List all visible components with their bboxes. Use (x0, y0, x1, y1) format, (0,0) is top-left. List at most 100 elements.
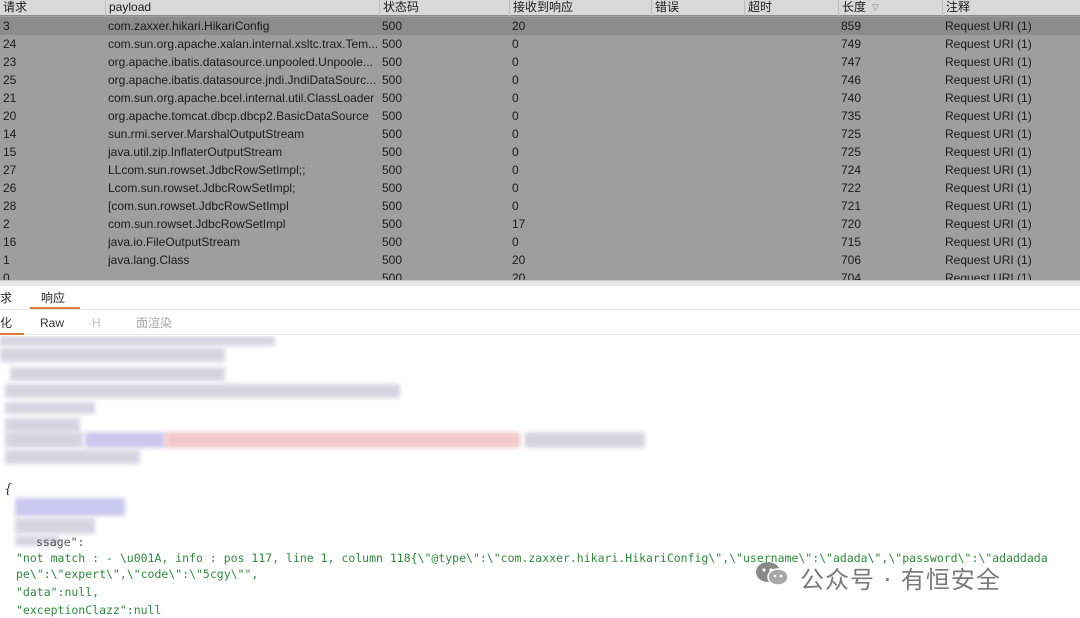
json-open-brace: { (4, 482, 13, 497)
subtab-headers[interactable]: ·H (88, 315, 118, 335)
cell-payload: org.apache.tomcat.dbcp.dbcp2.BasicDataSo… (108, 109, 369, 123)
cell-request: 26 (3, 181, 17, 195)
cell-length: 859 (841, 19, 862, 33)
cell-payload: com.sun.org.apache.bcel.internal.util.Cl… (108, 91, 375, 105)
cell-request: 14 (3, 127, 17, 141)
cell-comment: Request URI (1) (945, 253, 1032, 267)
table-row[interactable]: 23 org.apache.ibatis.datasource.unpooled.… (0, 53, 1080, 71)
cell-received: 0 (512, 109, 519, 123)
cell-comment: Request URI (1) (945, 109, 1032, 123)
cell-payload: LLcom.sun.rowset.JdbcRowSetImpl;; (108, 163, 306, 177)
cell-request: 0 (3, 271, 10, 280)
sort-descending-icon: ▽ (872, 2, 879, 12)
cell-received: 0 (512, 55, 519, 69)
column-header-comment[interactable]: 注释 (942, 0, 1080, 16)
cell-length: 746 (841, 73, 862, 87)
redacted-block (5, 384, 400, 398)
table-row[interactable]: 28 [com.sun.rowset.JdbcRowSetImpl 500 0 721 R… (0, 197, 1080, 215)
cell-payload: org.apache.ibatis.datasource.unpooled.Un… (108, 55, 373, 69)
cell-request: 1 (3, 253, 10, 267)
table-row[interactable]: 20 org.apache.tomcat.dbcp.dbcp2.BasicData… (0, 107, 1080, 125)
column-header-request[interactable]: 请求 (0, 0, 105, 16)
cell-payload: sun.rmi.server.MarshalOutputStream (108, 127, 305, 141)
subtab-render[interactable]: 面渲染 (136, 315, 196, 335)
column-header-received[interactable]: 接收到响应 (509, 0, 651, 16)
cell-payload: Lcom.sun.rowset.JdbcRowSetImpl; (108, 181, 296, 195)
cell-received: 0 (512, 235, 519, 249)
cell-length: 740 (841, 91, 862, 105)
tab-response[interactable]: 响应 (30, 289, 80, 309)
table-row[interactable]: 27 LLcom.sun.rowset.JdbcRowSetImpl;; 500 0 7… (0, 161, 1080, 179)
table-row[interactable]: 26 Lcom.sun.rowset.JdbcRowSetImpl; 500 0 722… (0, 179, 1080, 197)
table-row[interactable]: 24 com.sun.org.apache.xalan.internal.xslt… (0, 35, 1080, 53)
table-row[interactable]: 3 com.zaxxer.hikari.HikariConfig 500 20 859 R… (0, 17, 1080, 35)
cell-request: 21 (3, 91, 17, 105)
cell-timeout (747, 125, 837, 143)
cell-timeout (747, 143, 837, 161)
table-row[interactable]: 2 com.sun.rowset.JdbcRowSetImpl 500 17 720 Re… (0, 215, 1080, 233)
cell-comment: Request URI (1) (945, 91, 1032, 105)
cell-comment: Request URI (1) (945, 73, 1032, 87)
cell-length: 720 (841, 217, 862, 231)
cell-error (654, 197, 744, 215)
cell-length: 715 (841, 235, 862, 249)
cell-length: 735 (841, 109, 862, 123)
table-row[interactable]: 21 com.sun.org.apache.bcel.internal.util.… (0, 89, 1080, 107)
cell-timeout (747, 197, 837, 215)
column-header-status[interactable]: 状态码 (379, 0, 509, 16)
cell-received: 17 (512, 217, 526, 231)
cell-status: 500 (382, 127, 403, 141)
table-row[interactable]: 25 org.apache.ibatis.datasource.jndi.Jndi… (0, 71, 1080, 89)
cell-error (654, 269, 744, 280)
cell-payload: com.sun.org.apache.xalan.internal.xsltc.… (108, 37, 379, 51)
table-row[interactable]: 15 java.util.zip.InflaterOutputStream 500 0… (0, 143, 1080, 161)
cell-request: 28 (3, 199, 17, 213)
cell-status: 500 (382, 253, 403, 267)
cell-error (654, 143, 744, 161)
column-header-length[interactable]: 长度 ▽ (838, 0, 942, 16)
table-row[interactable]: 1 java.lang.Class 500 20 706 Request URI (1) (0, 251, 1080, 269)
cell-timeout (747, 89, 837, 107)
cell-status: 500 (382, 199, 403, 213)
cell-error (654, 125, 744, 143)
cell-request: 15 (3, 145, 17, 159)
redacted-block (0, 336, 275, 346)
column-header-error[interactable]: 错误 (651, 0, 744, 16)
table-row[interactable]: 0 500 20 704 Request URI (1) (0, 269, 1080, 280)
cell-request: 23 (3, 55, 17, 69)
cell-error (654, 89, 744, 107)
cell-received: 0 (512, 37, 519, 51)
column-header-payload[interactable]: payload (105, 0, 379, 16)
table-row[interactable]: 14 sun.rmi.server.MarshalOutputStream 500 0… (0, 125, 1080, 143)
subtab-raw[interactable]: Raw (40, 315, 80, 335)
results-table: 请求 payload 状态码 接收到响应 错误 超时 长度 ▽ 注释 3 com.z… (0, 0, 1080, 280)
redacted-block (525, 432, 645, 448)
cell-request: 25 (3, 73, 17, 87)
redacted-block (10, 367, 225, 381)
cell-status: 500 (382, 271, 403, 280)
column-header-timeout[interactable]: 超时 (744, 0, 838, 16)
table-row[interactable]: 16 java.io.FileOutputStream 500 0 715 Request… (0, 233, 1080, 251)
cell-error (654, 161, 744, 179)
cell-request: 2 (3, 217, 10, 231)
cell-timeout (747, 161, 837, 179)
cell-timeout (747, 35, 837, 53)
cell-received: 0 (512, 127, 519, 141)
cell-comment: Request URI (1) (945, 163, 1032, 177)
tab-request[interactable]: 求 (0, 289, 22, 309)
cell-error (654, 53, 744, 71)
redacted-block (85, 432, 165, 448)
cell-timeout (747, 53, 837, 71)
cell-timeout (747, 71, 837, 89)
cell-received: 0 (512, 199, 519, 213)
cell-received: 20 (512, 253, 526, 267)
cell-length: 721 (841, 199, 862, 213)
cell-payload: com.sun.rowset.JdbcRowSetImpl (108, 217, 286, 231)
subtab-pretty[interactable]: 化 (0, 315, 24, 335)
cell-error (654, 107, 744, 125)
cell-payload: com.zaxxer.hikari.HikariConfig (108, 19, 270, 33)
redacted-block (15, 498, 125, 516)
cell-received: 20 (512, 19, 526, 33)
cell-comment: Request URI (1) (945, 55, 1032, 69)
cell-payload: [com.sun.rowset.JdbcRowSetImpl (108, 199, 289, 213)
